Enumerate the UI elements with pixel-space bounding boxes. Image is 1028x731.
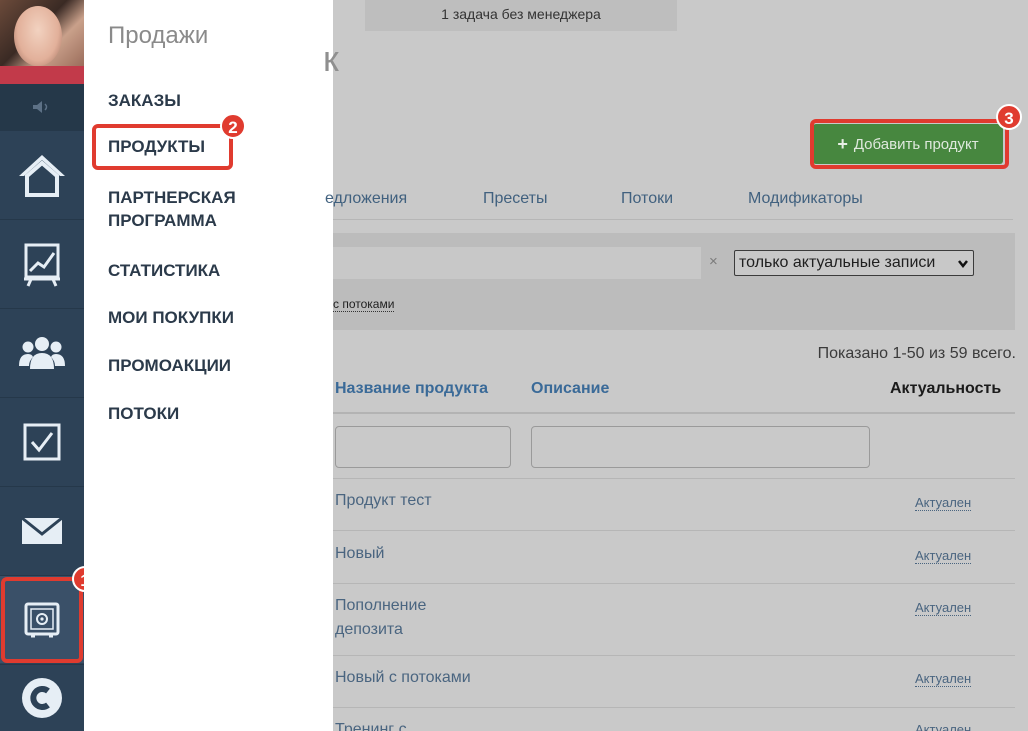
- table-row-name[interactable]: Новый с потоками: [335, 666, 471, 690]
- tab-modifiers[interactable]: Модификаторы: [748, 190, 863, 208]
- table-row-name[interactable]: Продукт тест: [335, 489, 432, 513]
- column-header-name[interactable]: Название продукта: [335, 380, 488, 398]
- pagination-summary: Показано 1-50 из 59 всего.: [817, 345, 1016, 362]
- step-badge-3: 3: [996, 104, 1022, 130]
- avatar-shirt: [0, 66, 84, 84]
- menu-item-orders[interactable]: ЗАКАЗЫ: [108, 89, 181, 112]
- speaker-icon[interactable]: [0, 84, 84, 130]
- main-content: 1 задача без менеджера к + Добавить прод…: [323, 0, 1028, 731]
- chevron-down-icon: [957, 253, 969, 276]
- tab-streams[interactable]: Потоки: [621, 190, 673, 208]
- avatar[interactable]: [0, 0, 84, 84]
- table-row-name[interactable]: Пополнение депозита: [335, 594, 455, 642]
- mail-icon[interactable]: [0, 486, 84, 574]
- table-row-status[interactable]: Актуален: [915, 600, 972, 616]
- sales-dropdown-menu: Продажи ЗАКАЗЫ ПРОДУКТЫ ПАРТНЕРСКАЯ ПРОГ…: [84, 0, 333, 731]
- menu-item-promotions[interactable]: ПРОМОАКЦИИ: [108, 354, 231, 377]
- page-title: к: [323, 38, 339, 79]
- actuality-select-value: только актуальные записи: [739, 254, 936, 271]
- chart-icon[interactable]: [0, 219, 84, 307]
- highlight-box-sales: [1, 577, 83, 663]
- column-header-description[interactable]: Описание: [531, 380, 609, 398]
- menu-item-my-purchases[interactable]: МОИ ПОКУПКИ: [108, 306, 234, 329]
- table-row-status[interactable]: Актуален: [915, 548, 972, 564]
- streams-link[interactable]: с потоками: [333, 297, 395, 312]
- filter-panel: × только актуальные записи с потоками: [333, 233, 1015, 330]
- column-header-actuality: Актуальность: [890, 380, 1002, 397]
- tabs-divider: [333, 219, 1013, 220]
- chatium-c-icon[interactable]: [0, 664, 84, 731]
- table-header-divider: [333, 412, 1015, 414]
- row-divider: [333, 478, 1015, 479]
- table-row-status[interactable]: Актуален: [915, 722, 971, 731]
- home-icon[interactable]: [0, 130, 84, 218]
- menu-title: Продажи: [108, 22, 209, 49]
- avatar-face: [14, 6, 62, 66]
- highlight-box-products: [92, 124, 233, 170]
- clear-search-icon[interactable]: ×: [709, 253, 718, 270]
- row-divider: [333, 530, 1015, 531]
- table-row-name[interactable]: Тренинг с: [335, 718, 407, 731]
- step-badge-2: 2: [220, 113, 246, 139]
- tab-presets[interactable]: Пресеты: [483, 190, 548, 208]
- row-divider: [333, 655, 1015, 656]
- unassigned-task-notice[interactable]: 1 задача без менеджера: [365, 0, 677, 31]
- menu-item-partner-program[interactable]: ПАРТНЕРСКАЯ ПРОГРАММА: [108, 186, 288, 232]
- table-row-status[interactable]: Актуален: [915, 671, 972, 687]
- actuality-select[interactable]: только актуальные записи: [734, 250, 974, 276]
- menu-item-streams[interactable]: ПОТОКИ: [108, 402, 179, 425]
- users-icon[interactable]: [0, 308, 84, 396]
- row-divider: [333, 707, 1015, 708]
- tasks-icon[interactable]: [0, 397, 84, 485]
- highlight-box-add-product: [810, 119, 1009, 169]
- table-row-name[interactable]: Новый: [335, 542, 384, 566]
- description-filter-input[interactable]: [531, 426, 870, 468]
- row-divider: [333, 583, 1015, 584]
- name-filter-input[interactable]: [335, 426, 511, 468]
- tab-offers[interactable]: едложения: [325, 190, 407, 208]
- table-row-status[interactable]: Актуален: [915, 495, 972, 511]
- search-input[interactable]: [333, 247, 701, 279]
- menu-item-statistics[interactable]: СТАТИСТИКА: [108, 259, 220, 282]
